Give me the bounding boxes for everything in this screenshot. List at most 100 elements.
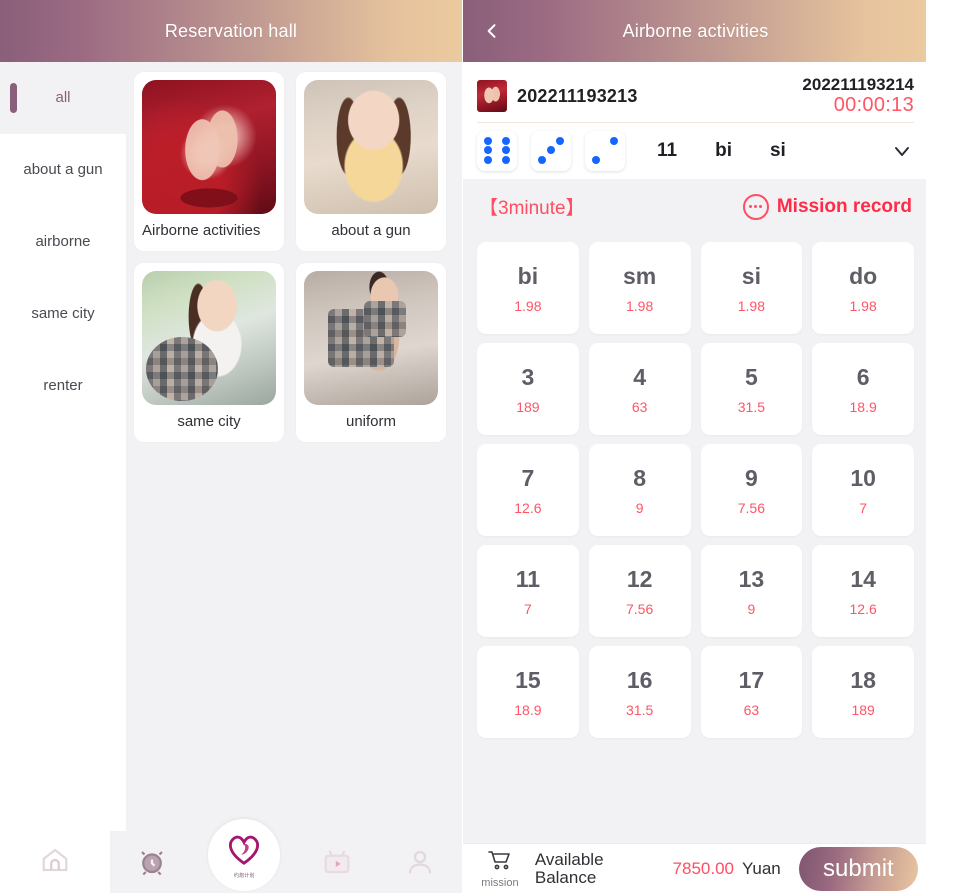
bet-odds: 189 <box>851 701 875 718</box>
bet-name: 12 <box>626 565 653 592</box>
sidebar-item-about-a-gun[interactable]: about a gun <box>0 134 126 206</box>
airborne-activities-panel: Airborne activities 202211193213 2022111… <box>462 0 928 893</box>
censor-mosaic <box>146 336 218 401</box>
mission-cart-label: mission <box>481 876 519 889</box>
hall-card-grid: Airborne activities about a gun same cit… <box>126 62 462 831</box>
bet-cell[interactable]: 89 <box>588 444 691 536</box>
bet-name: 9 <box>744 464 758 491</box>
hall-card[interactable]: about a gun <box>296 72 446 251</box>
bet-cell[interactable]: sm 1.98 <box>588 242 691 334</box>
nav-item-plan[interactable]: 约炮计划 <box>208 819 281 891</box>
sidebar-item-label: airborne <box>35 232 91 250</box>
submit-button[interactable]: submit <box>798 846 918 891</box>
balance-unit: Yuan <box>741 858 781 878</box>
hall-card[interactable]: uniform <box>296 262 446 442</box>
bet-odds: 63 <box>631 398 648 415</box>
bet-cell[interactable]: 6 18.9 <box>812 343 914 435</box>
right-header: Airborne activities <box>463 0 928 62</box>
cart-icon <box>487 849 513 876</box>
bet-cell[interactable]: 10 7 <box>812 444 914 536</box>
nav-items: 约炮计划 <box>110 819 462 893</box>
dice-result-row[interactable]: 11 bi si <box>477 122 914 178</box>
sidebar-item-airborne[interactable]: airborne <box>0 206 126 278</box>
bet-odds: 9 <box>747 600 756 617</box>
bet-cell[interactable]: 3 189 <box>477 343 579 435</box>
bet-cell[interactable]: 15 18.9 <box>477 646 579 738</box>
sidebar-item-label: renter <box>43 376 83 394</box>
dots-circle-icon <box>742 193 769 220</box>
bet-name: 17 <box>738 666 765 693</box>
hall-card[interactable]: Airborne activities <box>134 72 284 251</box>
balance-label: Available Balance <box>534 849 604 887</box>
bet-cell[interactable]: do 1.98 <box>812 242 914 334</box>
bet-cell[interactable]: 17 63 <box>700 646 803 738</box>
mission-cart-button[interactable]: mission <box>473 849 527 889</box>
hall-card[interactable]: same city <box>134 262 284 442</box>
bet-grid: bi 1.98 sm 1.98 si 1.98 do 1.98 3 189 4 63 5 31… <box>463 234 928 843</box>
bet-odds: 7 <box>859 499 868 516</box>
bet-cell[interactable]: 7 12.6 <box>477 444 579 536</box>
bet-name: 14 <box>850 565 876 592</box>
sidebar-item-label: same city <box>31 304 95 322</box>
result-tag-1: bi <box>715 139 732 161</box>
bet-cell[interactable]: 9 7.56 <box>700 444 803 536</box>
bet-name: 3 <box>521 363 535 390</box>
next-issue-number: 202211193214 <box>802 75 914 95</box>
home-icon <box>40 845 70 880</box>
nav-item-alarm[interactable] <box>125 835 179 889</box>
page-right-margin <box>926 0 962 893</box>
heart-logo-icon <box>225 832 263 871</box>
right-page-title: Airborne activities <box>622 20 769 41</box>
bet-name: 15 <box>515 666 541 693</box>
censor-mosaic <box>364 300 406 337</box>
avatar <box>477 80 507 112</box>
sidebar-item-renter[interactable]: renter <box>0 350 126 422</box>
die-three-icon <box>531 130 571 171</box>
bet-odds: 1.98 <box>626 297 654 314</box>
nav-item-plan-label: 约炮计划 <box>233 872 255 879</box>
bet-cell[interactable]: 18 189 <box>812 646 914 738</box>
bet-cell[interactable]: 16 31.5 <box>588 646 691 738</box>
bet-cell[interactable]: 5 31.5 <box>700 343 803 435</box>
card-title: same city <box>177 412 241 430</box>
bet-odds: 31.5 <box>737 398 765 415</box>
issue-header: 202211193213 202211193214 00:00:13 11 bi… <box>463 62 928 178</box>
bet-cell[interactable]: 4 63 <box>588 343 691 435</box>
bet-name: 7 <box>521 464 535 491</box>
chevron-down-icon[interactable] <box>890 139 914 163</box>
nav-item-video[interactable] <box>310 835 364 889</box>
bet-name: bi <box>517 262 539 289</box>
bet-name: 18 <box>850 666 876 693</box>
die-two-icon <box>585 130 625 171</box>
bet-name: 16 <box>626 666 653 693</box>
card-title: uniform <box>345 412 397 430</box>
app-root: Reservation hall all about a gun airborn… <box>0 0 962 893</box>
bet-cell[interactable]: si 1.98 <box>700 242 803 334</box>
issue-left: 202211193213 <box>477 80 638 112</box>
bet-cell[interactable]: 11 7 <box>477 545 579 637</box>
issue-right: 202211193214 00:00:13 <box>802 75 914 116</box>
bet-odds: 1.98 <box>849 297 877 314</box>
bet-odds: 12.6 <box>849 600 877 617</box>
bet-cell[interactable]: 12 7.56 <box>588 545 691 637</box>
bet-cell[interactable]: 13 9 <box>700 545 803 637</box>
bet-name: 13 <box>738 565 765 592</box>
bet-name: si <box>741 262 761 289</box>
bet-odds: 7 <box>523 600 532 617</box>
nav-item-home[interactable] <box>28 835 82 889</box>
sidebar-item-same-city[interactable]: same city <box>0 278 126 350</box>
record-bar: 【3minute】 Mission record <box>463 178 928 234</box>
bet-cell[interactable]: bi 1.98 <box>477 242 579 334</box>
chevron-left-icon[interactable] <box>481 20 503 42</box>
category-sidebar[interactable]: all about a gun airborne same city rente… <box>0 62 126 831</box>
nav-item-profile[interactable] <box>393 835 447 889</box>
sidebar-item-all[interactable]: all <box>0 62 126 134</box>
card-title: Airborne activities <box>142 222 261 239</box>
bet-cell[interactable]: 14 12.6 <box>812 545 914 637</box>
bet-odds: 7.56 <box>626 600 654 617</box>
bet-odds: 18.9 <box>849 398 877 415</box>
reservation-hall-panel: Reservation hall all about a gun airborn… <box>0 0 462 893</box>
bet-name: 6 <box>856 363 870 390</box>
card-thumbnail <box>304 270 438 405</box>
mission-record-button[interactable]: Mission record <box>742 193 912 220</box>
